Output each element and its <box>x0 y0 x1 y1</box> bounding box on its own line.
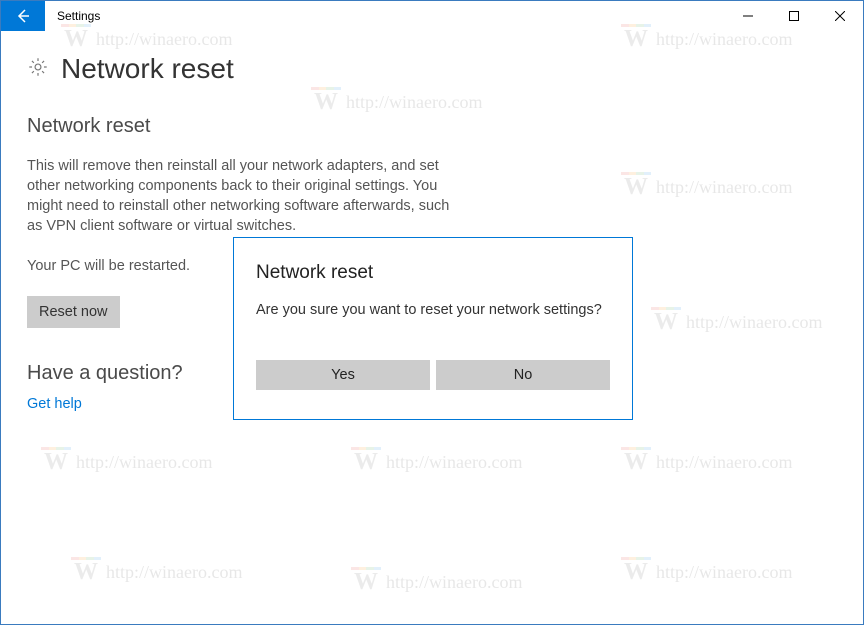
close-icon <box>835 11 845 21</box>
watermark: http://winaero.com <box>351 451 522 473</box>
minimize-button[interactable] <box>725 1 771 31</box>
page-header: Network reset <box>27 53 837 85</box>
window-title: Settings <box>45 1 725 31</box>
watermark: http://winaero.com <box>71 561 242 583</box>
dialog-title: Network reset <box>256 262 610 284</box>
maximize-icon <box>789 11 799 21</box>
dialog-message: Are you sure you want to reset your netw… <box>256 302 610 318</box>
arrow-left-icon <box>15 8 31 24</box>
dialog-buttons: Yes No <box>256 360 610 390</box>
confirm-dialog: Network reset Are you sure you want to r… <box>233 237 633 420</box>
watermark: http://winaero.com <box>351 571 522 593</box>
gear-icon <box>27 56 49 83</box>
watermark: http://winaero.com <box>621 451 792 473</box>
titlebar: Settings <box>1 1 863 31</box>
section-title: Network reset <box>27 115 837 138</box>
no-button[interactable]: No <box>436 360 610 390</box>
watermark: http://winaero.com <box>41 451 212 473</box>
watermark: http://winaero.com <box>621 561 792 583</box>
window-controls <box>725 1 863 31</box>
back-button[interactable] <box>1 1 45 31</box>
yes-button[interactable]: Yes <box>256 360 430 390</box>
get-help-link[interactable]: Get help <box>27 396 82 412</box>
page-title: Network reset <box>61 53 234 85</box>
minimize-icon <box>743 11 753 21</box>
reset-now-button[interactable]: Reset now <box>27 296 120 328</box>
maximize-button[interactable] <box>771 1 817 31</box>
close-button[interactable] <box>817 1 863 31</box>
reset-description: This will remove then reinstall all your… <box>27 156 457 236</box>
